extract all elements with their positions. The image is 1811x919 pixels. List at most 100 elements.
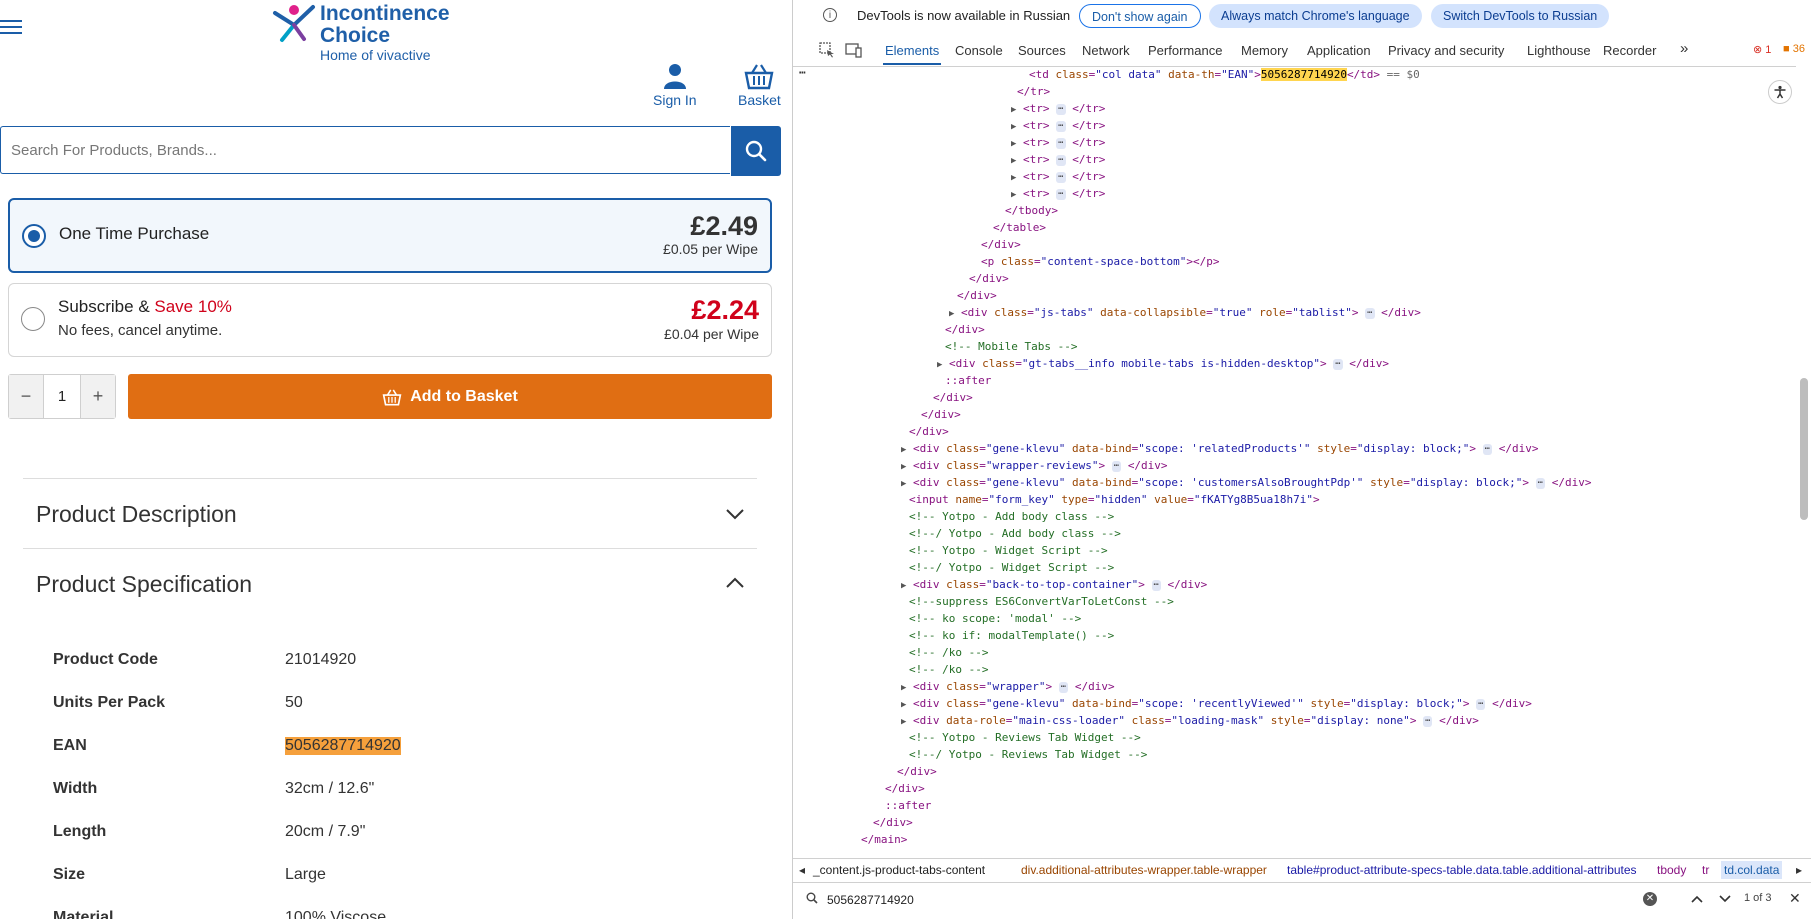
tab-lighthouse[interactable]: Lighthouse — [1527, 43, 1591, 58]
dom-line[interactable]: </table> — [993, 219, 1046, 236]
product-description-accordion[interactable]: Product Description — [23, 478, 757, 548]
menu-hamburger-icon[interactable] — [0, 16, 24, 40]
dom-line[interactable]: </main> — [861, 831, 907, 848]
dom-line[interactable]: <input name="form_key" type="hidden" val… — [909, 491, 1320, 508]
dom-line[interactable]: </div> — [921, 406, 961, 423]
breadcrumb-item[interactable]: tbody — [1657, 863, 1686, 877]
add-to-basket-button[interactable]: Add to Basket — [128, 374, 772, 419]
dom-line[interactable]: ▶ <div class="gene-klevu" data-bind="sco… — [901, 440, 1538, 457]
product-specification-accordion[interactable]: Product Specification — [23, 548, 757, 618]
error-count-badge[interactable]: ⊗ 1 — [1753, 43, 1771, 56]
quantity-input[interactable]: 1 — [43, 375, 81, 418]
breadcrumb-item[interactable]: div.additional-attributes-wrapper.table-… — [1021, 863, 1267, 877]
dom-line[interactable]: ▶ <div class="js-tabs" data-collapsible=… — [949, 304, 1421, 321]
dom-line[interactable]: ▶ <div class="gene-klevu" data-bind="sco… — [901, 474, 1591, 491]
dom-line[interactable]: <!-- /ko --> — [909, 661, 988, 678]
search-input[interactable] — [0, 126, 730, 174]
one-time-radio[interactable] — [22, 224, 46, 248]
tab-privacy-security[interactable]: Privacy and security — [1388, 43, 1504, 58]
always-match-language-button[interactable]: Always match Chrome's language — [1209, 4, 1422, 28]
close-icon[interactable]: ✕ — [1789, 890, 1801, 907]
one-time-purchase-option[interactable]: One Time Purchase £2.49 £0.05 per Wipe — [8, 198, 772, 273]
tab-console[interactable]: Console — [955, 43, 1003, 58]
dom-line[interactable]: </div> — [909, 423, 949, 440]
breadcrumb-item[interactable]: table#product-attribute-specs-table.data… — [1287, 863, 1637, 877]
dom-line[interactable]: ▶ <div class="gt-tabs__info mobile-tabs … — [937, 355, 1389, 372]
dom-line[interactable]: <!--/ Yotpo - Widget Script --> — [909, 559, 1114, 576]
dom-line[interactable]: ▶ <tr> ⋯ </tr> — [1011, 185, 1105, 202]
subscribe-radio[interactable] — [21, 307, 45, 331]
dom-line[interactable]: </div> — [885, 780, 925, 797]
search-button[interactable] — [731, 126, 781, 176]
find-input[interactable] — [825, 889, 1429, 911]
chevron-up-icon[interactable] — [725, 577, 745, 589]
dom-line[interactable]: </tbody> — [1005, 202, 1058, 219]
breadcrumb-scroll-right-icon[interactable]: ▸ — [1796, 863, 1802, 877]
inspect-element-icon[interactable] — [819, 42, 835, 58]
dom-line[interactable]: </div> — [957, 287, 997, 304]
tab-elements[interactable]: Elements — [882, 43, 942, 65]
tab-sources[interactable]: Sources — [1018, 43, 1066, 58]
device-toolbar-icon[interactable] — [845, 42, 863, 58]
switch-to-russian-button[interactable]: Switch DevTools to Russian — [1431, 4, 1610, 28]
dom-line[interactable]: <!-- Mobile Tabs --> — [945, 338, 1077, 355]
breadcrumb-item-active[interactable]: td.col.data — [1721, 861, 1783, 879]
tab-performance[interactable]: Performance — [1148, 43, 1222, 58]
scrollbar-thumb[interactable] — [1800, 378, 1808, 520]
dom-line[interactable]: ▶ <tr> ⋯ </tr> — [1011, 134, 1105, 151]
chevron-down-icon[interactable] — [725, 508, 745, 520]
dom-line[interactable]: ▶ <div class="gene-klevu" data-bind="sco… — [901, 695, 1532, 712]
quantity-minus-button[interactable]: − — [9, 375, 43, 418]
dom-line[interactable]: ▶ <div class="back-to-top-container"> ⋯ … — [901, 576, 1207, 593]
site-logo[interactable]: Incontinence Choice Home of vivactive — [272, 3, 450, 62]
dom-tree-scrollbar[interactable] — [1796, 66, 1811, 856]
breadcrumb-item[interactable]: _content.js-product-tabs-content — [813, 863, 985, 877]
dom-line[interactable]: <!-- /ko --> — [909, 644, 988, 661]
dom-line[interactable]: <!--/ Yotpo - Add body class --> — [909, 525, 1121, 542]
breadcrumb-item[interactable]: tr — [1702, 863, 1709, 877]
dont-show-again-button[interactable]: Don't show again — [1079, 4, 1201, 28]
clear-search-icon[interactable]: ✕ — [1643, 892, 1657, 906]
dom-line[interactable]: ::after — [945, 372, 991, 389]
chevron-up-icon[interactable] — [1691, 895, 1703, 903]
dom-line[interactable]: </div> — [933, 389, 973, 406]
dom-line[interactable]: <!-- ko scope: 'modal' --> — [909, 610, 1081, 627]
dom-line[interactable]: <!-- Yotpo - Reviews Tab Widget --> — [909, 729, 1141, 746]
more-tabs-button[interactable]: » — [1680, 40, 1688, 57]
dom-line[interactable]: <!--/ Yotpo - Reviews Tab Widget --> — [909, 746, 1147, 763]
warning-count-badge[interactable]: ■ 36 — [1783, 43, 1805, 55]
dom-line[interactable]: <!-- ko if: modalTemplate() --> — [909, 627, 1114, 644]
tab-memory[interactable]: Memory — [1241, 43, 1288, 58]
dom-line[interactable]: ▶ <tr> ⋯ </tr> — [1011, 117, 1105, 134]
line-menu-icon[interactable]: ⋯ — [799, 66, 806, 79]
dom-line[interactable]: ▶ <div data-role="main-css-loader" class… — [901, 712, 1479, 729]
dom-line[interactable]: ▶ <div class="wrapper-reviews"> ⋯ </div> — [901, 457, 1168, 474]
breadcrumb-scroll-left-icon[interactable]: ◂ — [799, 863, 805, 877]
basket-button[interactable]: Basket — [738, 62, 781, 108]
tab-network[interactable]: Network — [1082, 43, 1130, 58]
dom-line[interactable]: </div> — [969, 270, 1009, 287]
dom-line[interactable]: </tr> — [1017, 83, 1050, 100]
dom-line[interactable]: ▶ <tr> ⋯ </tr> — [1011, 168, 1105, 185]
dom-line[interactable]: </div> — [897, 763, 937, 780]
dom-line[interactable]: ▶ <tr> ⋯ </tr> — [1011, 151, 1105, 168]
dom-line[interactable]: </div> — [945, 321, 985, 338]
dom-line[interactable]: </div> — [873, 814, 913, 831]
tab-recorder[interactable]: Recorder — [1603, 43, 1656, 58]
dom-line[interactable]: <!-- Yotpo - Widget Script --> — [909, 542, 1108, 559]
sign-in-button[interactable]: Sign In — [653, 62, 697, 108]
dom-line[interactable]: <!-- Yotpo - Add body class --> — [909, 508, 1114, 525]
dom-line-selected[interactable]: <td class="col data" data-th="EAN">50562… — [1029, 66, 1420, 83]
tab-application[interactable]: Application — [1307, 43, 1371, 58]
subscribe-option[interactable]: Subscribe & Save 10% No fees, cancel any… — [8, 283, 772, 357]
accessibility-tree-toggle-icon[interactable] — [1768, 80, 1792, 104]
search-bar — [0, 126, 781, 176]
dom-line[interactable]: </div> — [981, 236, 1021, 253]
dom-line[interactable]: ::after — [885, 797, 931, 814]
dom-line[interactable]: ▶ <tr> ⋯ </tr> — [1011, 100, 1105, 117]
dom-line[interactable]: <!--suppress ES6ConvertVarToLetConst --> — [909, 593, 1174, 610]
dom-line[interactable]: <p class="content-space-bottom"></p> — [981, 253, 1219, 270]
dom-line[interactable]: ▶ <div class="wrapper"> ⋯ </div> — [901, 678, 1115, 695]
quantity-plus-button[interactable]: + — [81, 375, 115, 418]
chevron-down-icon[interactable] — [1719, 895, 1731, 903]
